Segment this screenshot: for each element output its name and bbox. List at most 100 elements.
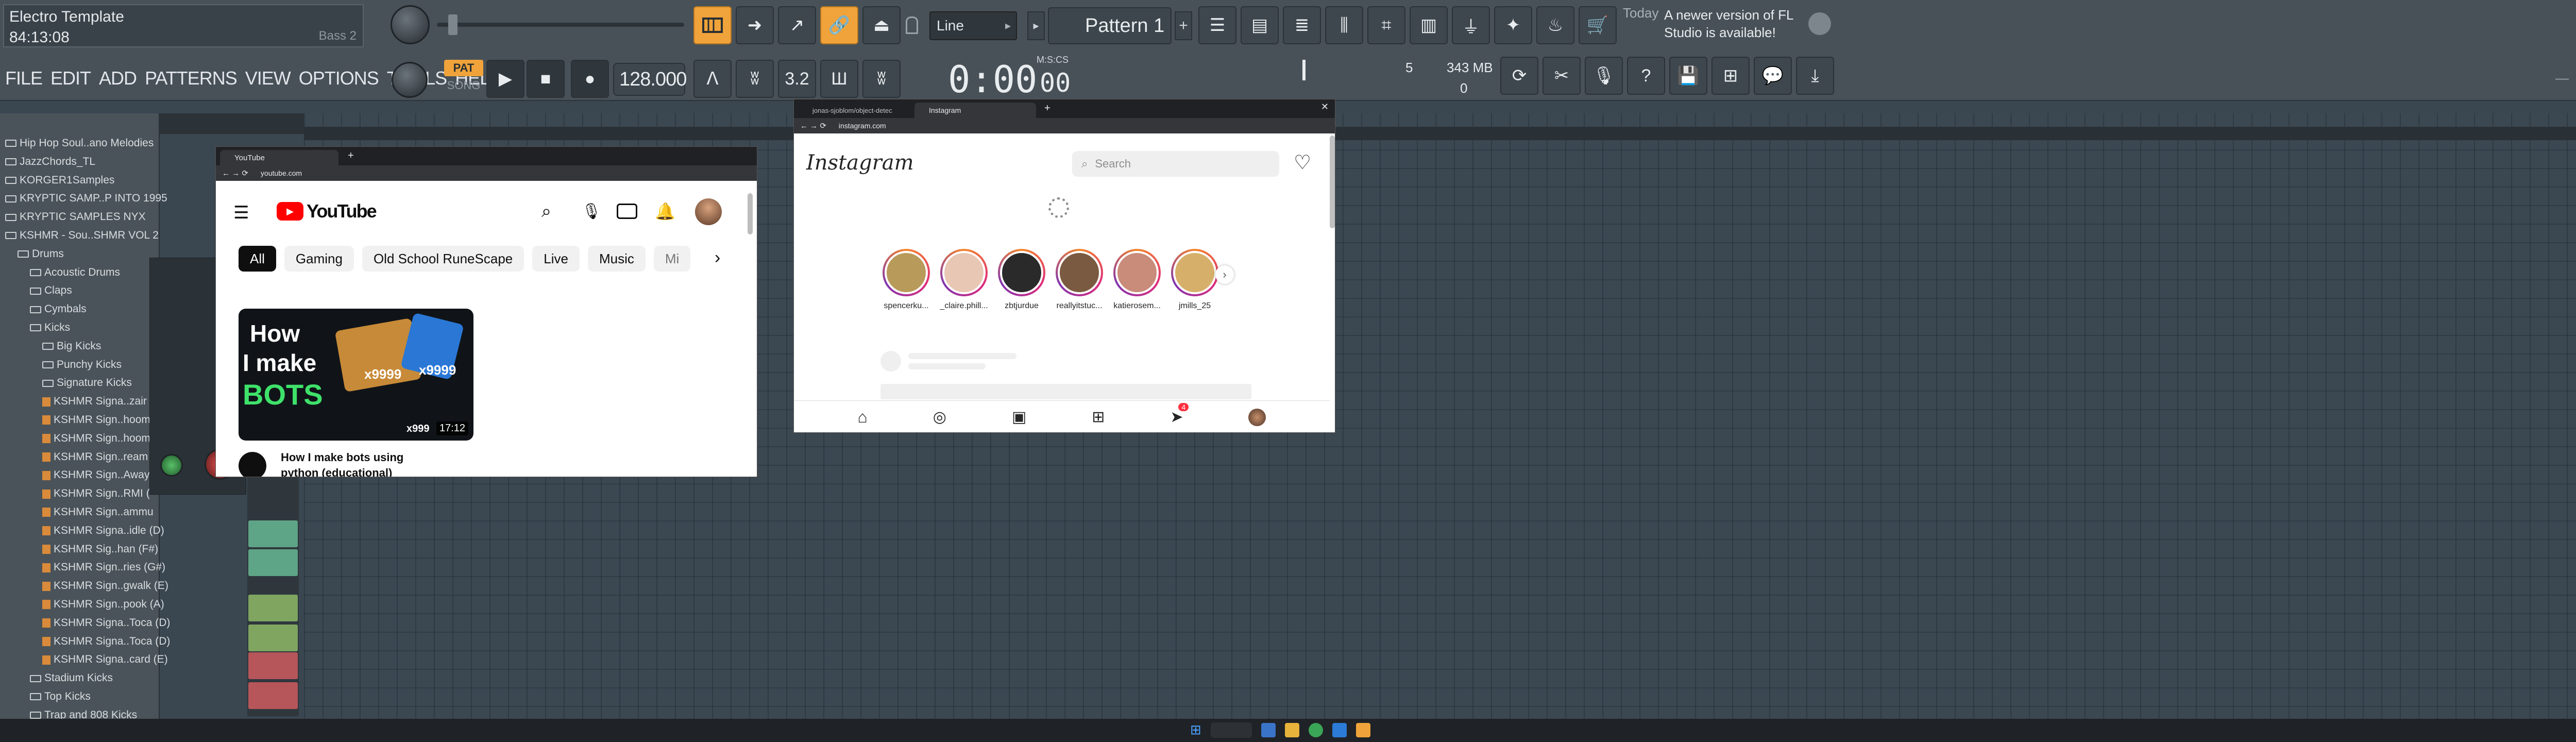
- search-box[interactable]: [1210, 722, 1252, 738]
- browser-folder[interactable]: Claps: [30, 284, 72, 297]
- wait-input-icon[interactable]: ʬ: [736, 60, 774, 98]
- browser-folder[interactable]: KORGER1Samples: [5, 174, 114, 187]
- video-title[interactable]: How I make bots using: [281, 451, 403, 464]
- chip-gaming[interactable]: Gaming: [284, 246, 354, 272]
- menu-patterns[interactable]: PATTERNS: [145, 68, 238, 89]
- track-pads[interactable]: [248, 549, 298, 576]
- close-icon[interactable]: ✕: [1321, 102, 1329, 112]
- master-pitch-slider[interactable]: [437, 14, 684, 35]
- song-position-display[interactable]: 0:00 00 M:S:CS: [948, 55, 1077, 101]
- typing-keyboard-button[interactable]: [693, 6, 732, 44]
- metronome-icon[interactable]: ⏏: [862, 6, 901, 44]
- video-thumbnail[interactable]: How I make BOTS x9999 x9999 x999 17:12: [239, 309, 473, 441]
- snap-selector[interactable]: Line ▸: [929, 11, 1017, 40]
- link-icon[interactable]: 🔗: [820, 6, 858, 44]
- mixer-icon[interactable]: ⫼: [1325, 6, 1363, 44]
- story-item[interactable]: zbtjurdue: [996, 249, 1047, 311]
- microphone-icon[interactable]: 🎙: [1585, 57, 1623, 95]
- file-explorer-icon[interactable]: [1284, 722, 1299, 737]
- step-edit-button[interactable]: ➜: [736, 6, 774, 44]
- track-vocals-3[interactable]: [248, 652, 298, 679]
- chip-music[interactable]: Music: [587, 246, 646, 272]
- video-title-line-2[interactable]: python (educational): [281, 466, 392, 477]
- scrollbar[interactable]: [748, 193, 753, 234]
- chrome-icon[interactable]: [1308, 722, 1323, 737]
- master-volume-knob[interactable]: [391, 5, 430, 44]
- search-icon[interactable]: ⌕: [541, 201, 551, 222]
- browser-icon[interactable]: ▥: [1410, 6, 1448, 44]
- globe-icon[interactable]: [1808, 12, 1831, 35]
- browser-file[interactable]: KSHMR Sign..ammu: [42, 506, 154, 518]
- pattern-selector[interactable]: Pattern 1: [1048, 7, 1172, 44]
- lock-icon[interactable]: [906, 16, 918, 34]
- blend-notes-icon[interactable]: Ш: [820, 60, 858, 98]
- track-strings[interactable]: [248, 520, 298, 547]
- save-icon[interactable]: 💾: [1669, 57, 1707, 95]
- browser-folder[interactable]: KRYPTIC SAMPLES NYX: [5, 211, 146, 223]
- story-item[interactable]: spencerku...: [880, 249, 932, 311]
- scrollbar[interactable]: [1330, 136, 1335, 228]
- story-item[interactable]: reallyitstuc...: [1054, 249, 1105, 311]
- loop-record-icon[interactable]: ʬ: [862, 60, 901, 98]
- browser-folder[interactable]: Kicks: [30, 322, 70, 334]
- tab-youtube[interactable]: YouTube: [220, 150, 338, 165]
- menu-options[interactable]: OPTIONS: [299, 68, 379, 89]
- chip-runescape[interactable]: Old School RuneScape: [362, 246, 524, 272]
- stories-next-button[interactable]: ›: [1215, 265, 1234, 284]
- story-item[interactable]: jmills_25: [1169, 249, 1221, 311]
- channel-avatar[interactable]: [239, 452, 266, 477]
- minimize-icon[interactable]: —: [2555, 70, 2569, 86]
- record-button[interactable]: ●: [571, 60, 609, 98]
- tab-github[interactable]: jonas-sjoblom/object-detec: [798, 103, 911, 118]
- home-icon[interactable]: ⌂: [857, 408, 867, 427]
- store-cart-icon[interactable]: 🛒: [1579, 6, 1617, 44]
- new-post-icon[interactable]: ⊞: [1092, 408, 1105, 426]
- browser-folder[interactable]: Signature Kicks: [42, 377, 132, 389]
- browser-file[interactable]: KSHMR Sign..Away: [42, 469, 149, 481]
- browser-folder[interactable]: KSHMR - Sou..SHMR VOL 2: [5, 229, 159, 242]
- browser-folder[interactable]: KRYPTIC SAMP..P INTO 1995: [5, 192, 167, 205]
- tab-instagram[interactable]: Instagram: [914, 103, 1036, 118]
- story-item[interactable]: _claire.phill...: [938, 249, 990, 311]
- browser-file[interactable]: KSHMR Sign..ries (G#): [42, 561, 165, 574]
- browser-folder[interactable]: Punchy Kicks: [42, 359, 122, 371]
- create-video-icon[interactable]: [617, 204, 637, 219]
- hint-knob[interactable]: [392, 62, 428, 98]
- track-vocals-1[interactable]: [248, 595, 298, 621]
- fl-studio-taskbar-icon[interactable]: [1355, 722, 1370, 737]
- menu-icon[interactable]: ☰: [233, 203, 249, 223]
- track-vocals-rock[interactable]: [248, 682, 298, 709]
- heart-icon[interactable]: ♡: [1294, 151, 1311, 174]
- menu-add[interactable]: ADD: [99, 68, 137, 89]
- help-icon[interactable]: ?: [1627, 57, 1665, 95]
- add-pattern-button[interactable]: +: [1175, 11, 1192, 40]
- browser-folder[interactable]: Drums: [18, 248, 64, 260]
- youtube-logo[interactable]: ▶ YouTube: [277, 200, 377, 222]
- chip-all[interactable]: All: [239, 246, 276, 272]
- browser-file[interactable]: KSHMR Signa..Toca (D): [42, 635, 170, 648]
- piano-roll-icon[interactable]: ▤: [1241, 6, 1279, 44]
- pattern-prev-button[interactable]: ▸: [1027, 11, 1045, 40]
- play-button[interactable]: ▶: [486, 60, 524, 98]
- browser-file[interactable]: KSHMR Signa..Toca (D): [42, 617, 170, 629]
- address-bar[interactable]: ← → ⟳ instagram.com: [794, 118, 1335, 133]
- metronome-tool-icon[interactable]: ᐱ: [693, 60, 732, 98]
- story-item[interactable]: katierosem...: [1111, 249, 1163, 311]
- stereo-sep-knob[interactable]: [160, 454, 183, 477]
- track-vocals-2[interactable]: [248, 625, 298, 651]
- browser-folder[interactable]: Top Kicks: [30, 690, 91, 703]
- taskview-icon[interactable]: [1261, 722, 1276, 737]
- stop-button[interactable]: ■: [527, 60, 565, 98]
- browser-file[interactable]: KSHMR Sign..pook (A): [42, 598, 164, 611]
- news-panel[interactable]: Today A newer version of FL Studio is av…: [1623, 5, 1834, 46]
- browser-file[interactable]: KSHMR Sign..ream: [42, 451, 148, 463]
- browser-file[interactable]: KSHMR Signa..idle (D): [42, 525, 164, 537]
- browser-file[interactable]: KSHMR Sign..RMI (: [42, 487, 150, 500]
- address-bar[interactable]: ← → ⟳ youtube.com: [216, 165, 757, 181]
- browser-folder[interactable]: Acoustic Drums: [30, 266, 120, 279]
- browser-folder[interactable]: Hip Hop Soul..ano Melodies: [5, 137, 154, 149]
- browser-file[interactable]: KSHMR Sign..hoom: [42, 432, 150, 445]
- browser-file[interactable]: KSHMR Sig..han (F#): [42, 543, 158, 555]
- new-tab-button[interactable]: +: [348, 150, 354, 162]
- chat-icon[interactable]: 💬: [1754, 57, 1792, 95]
